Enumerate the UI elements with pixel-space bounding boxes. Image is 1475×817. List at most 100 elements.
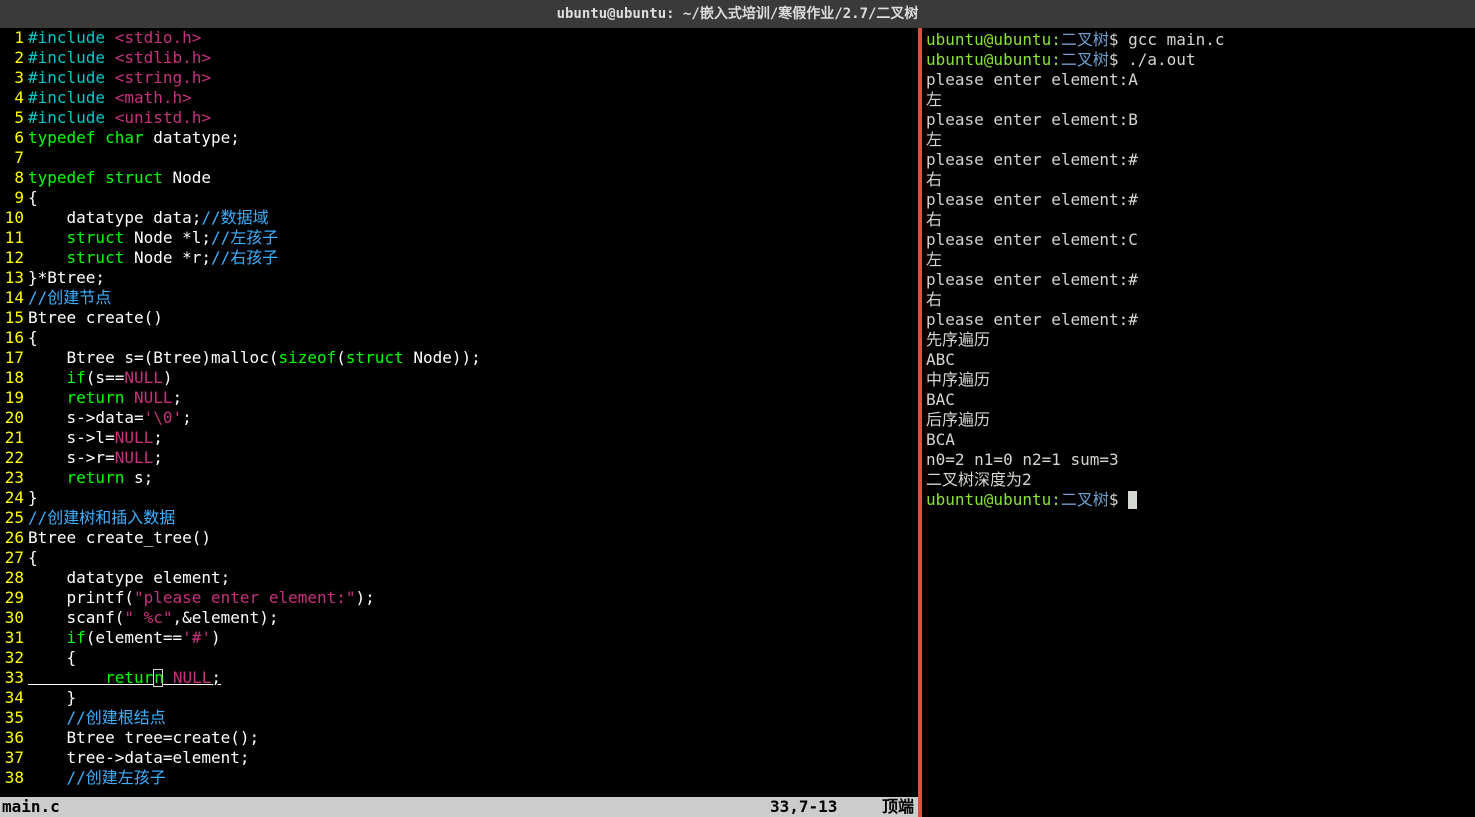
code-line[interactable]: 16{ bbox=[0, 328, 918, 348]
line-number: 29 bbox=[0, 588, 28, 608]
main-content: 1#include <stdio.h>2#include <stdlib.h>3… bbox=[0, 28, 1475, 817]
code-line[interactable]: 12 struct Node *r;//右孩子 bbox=[0, 248, 918, 268]
code-text[interactable]: Btree tree=create(); bbox=[28, 728, 918, 748]
line-number: 7 bbox=[0, 148, 28, 168]
code-line[interactable]: 33 return NULL; bbox=[0, 668, 918, 688]
code-text[interactable]: Btree create() bbox=[28, 308, 918, 328]
code-text[interactable]: { bbox=[28, 188, 918, 208]
code-line[interactable]: 19 return NULL; bbox=[0, 388, 918, 408]
code-text[interactable]: #include <stdlib.h> bbox=[28, 48, 918, 68]
code-line[interactable]: 2#include <stdlib.h> bbox=[0, 48, 918, 68]
code-text[interactable]: typedef struct Node bbox=[28, 168, 918, 188]
code-line[interactable]: 29 printf("please enter element:"); bbox=[0, 588, 918, 608]
code-text[interactable]: { bbox=[28, 548, 918, 568]
code-line[interactable]: 17 Btree s=(Btree)malloc(sizeof(struct N… bbox=[0, 348, 918, 368]
line-number: 33 bbox=[0, 668, 28, 688]
code-text[interactable]: #include <stdio.h> bbox=[28, 28, 918, 48]
code-text[interactable]: } bbox=[28, 688, 918, 708]
code-text[interactable]: return s; bbox=[28, 468, 918, 488]
code-line[interactable]: 38 //创建左孩子 bbox=[0, 768, 918, 788]
code-text[interactable]: return NULL; bbox=[28, 388, 918, 408]
code-line[interactable]: 7 bbox=[0, 148, 918, 168]
code-line[interactable]: 31 if(element=='#') bbox=[0, 628, 918, 648]
code-line[interactable]: 35 //创建根结点 bbox=[0, 708, 918, 728]
code-text[interactable]: if(element=='#') bbox=[28, 628, 918, 648]
editor-pane[interactable]: 1#include <stdio.h>2#include <stdlib.h>3… bbox=[0, 28, 918, 817]
code-text[interactable]: if(s==NULL) bbox=[28, 368, 918, 388]
code-line[interactable]: 26Btree create_tree() bbox=[0, 528, 918, 548]
editor-body[interactable]: 1#include <stdio.h>2#include <stdlib.h>3… bbox=[0, 28, 918, 797]
code-line[interactable]: 3#include <string.h> bbox=[0, 68, 918, 88]
terminal-line: n0=2 n1=0 n2=1 sum=3 bbox=[926, 450, 1471, 470]
line-number: 27 bbox=[0, 548, 28, 568]
code-line[interactable]: 28 datatype element; bbox=[0, 568, 918, 588]
code-line[interactable]: 24} bbox=[0, 488, 918, 508]
code-line[interactable]: 1#include <stdio.h> bbox=[0, 28, 918, 48]
terminal-pane[interactable]: ubuntu@ubuntu:二叉树$ gcc main.cubuntu@ubun… bbox=[922, 28, 1475, 817]
code-line[interactable]: 32 { bbox=[0, 648, 918, 668]
code-text[interactable]: #include <string.h> bbox=[28, 68, 918, 88]
code-line[interactable]: 14//创建节点 bbox=[0, 288, 918, 308]
code-text[interactable]: s->l=NULL; bbox=[28, 428, 918, 448]
code-text[interactable]: #include <unistd.h> bbox=[28, 108, 918, 128]
code-line[interactable]: 30 scanf(" %c",&element); bbox=[0, 608, 918, 628]
code-text[interactable]: //创建左孩子 bbox=[28, 768, 918, 788]
code-text[interactable]: { bbox=[28, 328, 918, 348]
code-line[interactable]: 22 s->r=NULL; bbox=[0, 448, 918, 468]
line-number: 22 bbox=[0, 448, 28, 468]
code-line[interactable]: 9{ bbox=[0, 188, 918, 208]
code-text[interactable]: s->data='\0'; bbox=[28, 408, 918, 428]
code-text[interactable]: datatype element; bbox=[28, 568, 918, 588]
code-line[interactable]: 25//创建树和插入数据 bbox=[0, 508, 918, 528]
code-line[interactable]: 5#include <unistd.h> bbox=[0, 108, 918, 128]
code-line[interactable]: 21 s->l=NULL; bbox=[0, 428, 918, 448]
code-line[interactable]: 27{ bbox=[0, 548, 918, 568]
editor-cursor: n bbox=[153, 669, 163, 687]
code-line[interactable]: 15Btree create() bbox=[0, 308, 918, 328]
code-line[interactable]: 37 tree->data=element; bbox=[0, 748, 918, 768]
code-text[interactable]: Btree s=(Btree)malloc(sizeof(struct Node… bbox=[28, 348, 918, 368]
code-text[interactable]: scanf(" %c",&element); bbox=[28, 608, 918, 628]
terminal-line: BAC bbox=[926, 390, 1471, 410]
code-line[interactable]: 11 struct Node *l;//左孩子 bbox=[0, 228, 918, 248]
code-text[interactable]: Btree create_tree() bbox=[28, 528, 918, 548]
code-line[interactable]: 34 } bbox=[0, 688, 918, 708]
code-text[interactable]: typedef char datatype; bbox=[28, 128, 918, 148]
code-text[interactable]: datatype data;//数据域 bbox=[28, 208, 918, 228]
line-number: 37 bbox=[0, 748, 28, 768]
code-text[interactable]: struct Node *r;//右孩子 bbox=[28, 248, 918, 268]
code-line[interactable]: 4#include <math.h> bbox=[0, 88, 918, 108]
line-number: 24 bbox=[0, 488, 28, 508]
terminal-line: 二叉树深度为2 bbox=[926, 470, 1471, 490]
code-line[interactable]: 20 s->data='\0'; bbox=[0, 408, 918, 428]
code-line[interactable]: 36 Btree tree=create(); bbox=[0, 728, 918, 748]
code-text[interactable] bbox=[28, 148, 918, 168]
line-number: 2 bbox=[0, 48, 28, 68]
line-number: 13 bbox=[0, 268, 28, 288]
code-text[interactable]: printf("please enter element:"); bbox=[28, 588, 918, 608]
terminal-line: ubuntu@ubuntu:二叉树$ bbox=[926, 490, 1471, 510]
code-text[interactable]: return NULL; bbox=[28, 668, 918, 688]
code-line[interactable]: 6typedef char datatype; bbox=[0, 128, 918, 148]
terminal-line: please enter element:C bbox=[926, 230, 1471, 250]
code-text[interactable]: //创建树和插入数据 bbox=[28, 508, 918, 528]
code-line[interactable]: 18 if(s==NULL) bbox=[0, 368, 918, 388]
code-text[interactable]: s->r=NULL; bbox=[28, 448, 918, 468]
code-text[interactable]: #include <math.h> bbox=[28, 88, 918, 108]
line-number: 21 bbox=[0, 428, 28, 448]
code-text[interactable]: //创建节点 bbox=[28, 288, 918, 308]
statusbar: main.c 33,7-13 顶端 bbox=[0, 797, 918, 817]
code-text[interactable]: tree->data=element; bbox=[28, 748, 918, 768]
status-scroll: 顶端 bbox=[870, 797, 918, 817]
line-number: 9 bbox=[0, 188, 28, 208]
code-line[interactable]: 8typedef struct Node bbox=[0, 168, 918, 188]
code-line[interactable]: 13}*Btree; bbox=[0, 268, 918, 288]
terminal-line: BCA bbox=[926, 430, 1471, 450]
code-text[interactable]: }*Btree; bbox=[28, 268, 918, 288]
code-text[interactable]: struct Node *l;//左孩子 bbox=[28, 228, 918, 248]
code-text[interactable]: //创建根结点 bbox=[28, 708, 918, 728]
code-line[interactable]: 23 return s; bbox=[0, 468, 918, 488]
code-text[interactable]: { bbox=[28, 648, 918, 668]
code-text[interactable]: } bbox=[28, 488, 918, 508]
code-line[interactable]: 10 datatype data;//数据域 bbox=[0, 208, 918, 228]
